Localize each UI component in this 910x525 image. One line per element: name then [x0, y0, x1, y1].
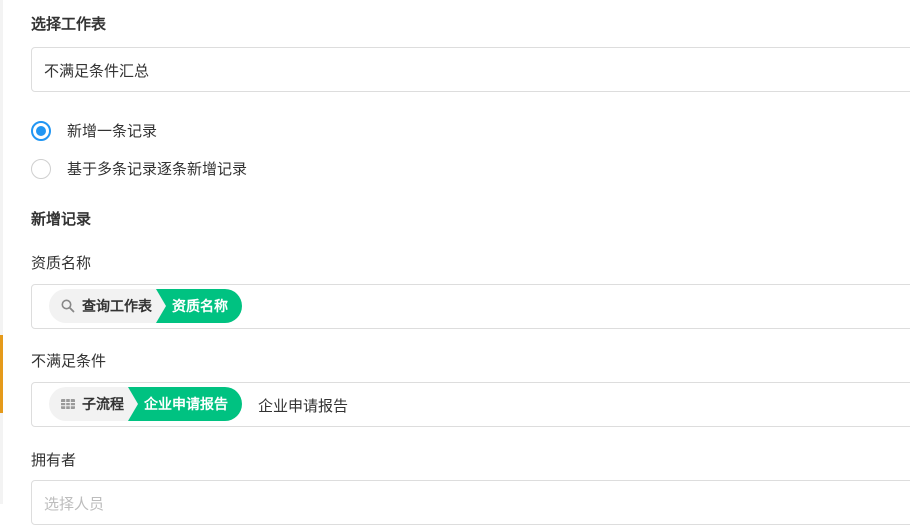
token-source-label: 子流程 — [82, 397, 124, 413]
sheet-select-field[interactable]: 不满足条件汇总 — [31, 47, 910, 92]
qualification-name-field[interactable]: 查询工作表 资质名称 — [31, 284, 910, 329]
radio-button-unchecked[interactable] — [31, 158, 51, 179]
select-sheet-title: 选择工作表 — [31, 15, 107, 33]
search-icon — [61, 299, 75, 313]
token-source: 查询工作表 — [49, 289, 166, 323]
radio-option-single[interactable]: 新增一条记录 — [31, 120, 157, 141]
radio-label-multiple: 基于多条记录逐条新增记录 — [67, 160, 248, 178]
sheet-select-value: 不满足条件汇总 — [44, 62, 150, 80]
radio-option-multiple[interactable]: 基于多条记录逐条新增记录 — [31, 158, 247, 179]
owner-label: 拥有者 — [31, 451, 77, 469]
left-edge — [0, 0, 3, 504]
qualification-name-token[interactable]: 查询工作表 资质名称 — [49, 289, 242, 323]
token-field-label: 资质名称 — [172, 299, 228, 315]
table-icon — [61, 399, 75, 409]
qualification-name-label: 资质名称 — [31, 254, 92, 272]
token-field: 资质名称 — [156, 289, 242, 323]
new-record-title: 新增记录 — [31, 210, 92, 228]
unmet-condition-field[interactable]: 子流程 企业申请报告 企业申请报告 — [31, 382, 910, 427]
token-field-label: 企业申请报告 — [144, 397, 228, 413]
radio-label-single: 新增一条记录 — [67, 122, 158, 140]
radio-button-checked[interactable] — [31, 120, 51, 141]
token-source: 子流程 — [49, 387, 138, 421]
unmet-condition-label: 不满足条件 — [31, 352, 107, 370]
token-field: 企业申请报告 — [128, 387, 242, 421]
unmet-condition-text: 企业申请报告 — [258, 397, 349, 415]
owner-field[interactable]: 选择人员 — [31, 480, 910, 525]
token-source-label: 查询工作表 — [82, 299, 152, 315]
unmet-condition-token[interactable]: 子流程 企业申请报告 — [49, 387, 242, 421]
left-accent-bar — [0, 335, 3, 413]
